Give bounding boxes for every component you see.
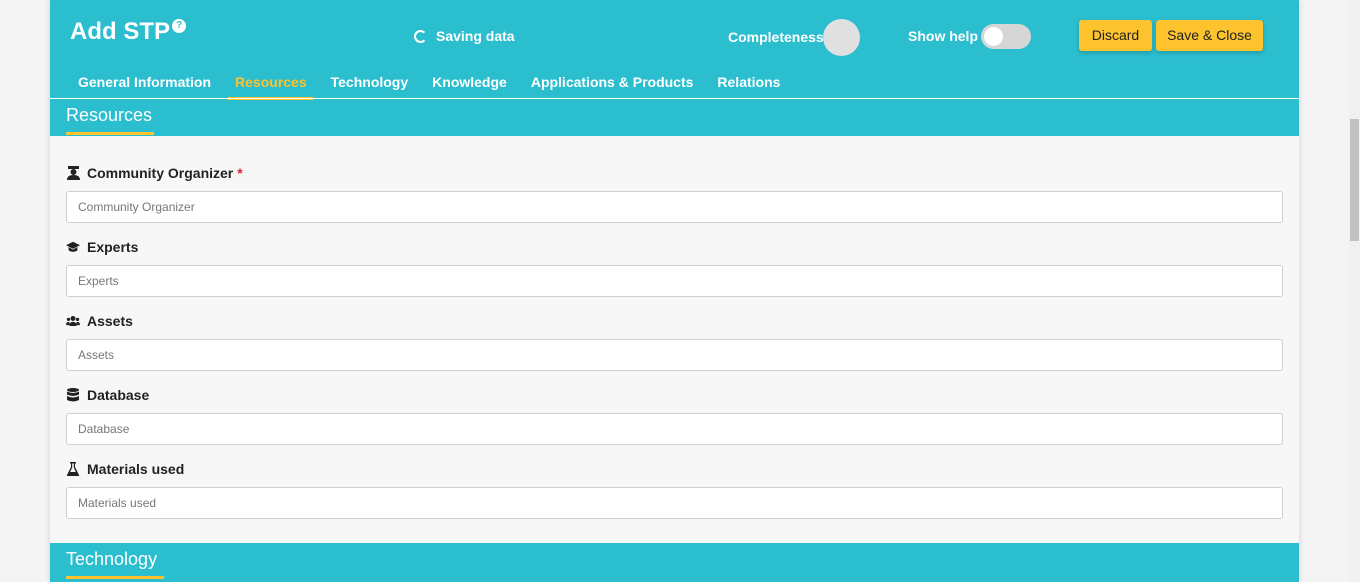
section-title-technology: Technology — [66, 549, 158, 569]
field-label-text: Database — [87, 387, 150, 403]
tab-applications-products[interactable]: Applications & Products — [531, 74, 694, 98]
community-organizer-input[interactable] — [66, 191, 1283, 223]
tab-bar: General Information Resources Technology… — [78, 74, 804, 100]
save-close-button[interactable]: Save & Close — [1156, 20, 1263, 51]
tab-relations[interactable]: Relations — [717, 74, 780, 98]
tab-resources[interactable]: Resources — [228, 74, 314, 100]
field-label: Experts — [66, 238, 1283, 256]
field-label-text: Community Organizer — [87, 165, 234, 181]
tab-technology[interactable]: Technology — [331, 74, 409, 98]
experts-input[interactable] — [66, 265, 1283, 297]
spinner-icon — [414, 29, 427, 43]
field-database: Database — [66, 386, 1283, 460]
field-label-text: Materials used — [87, 461, 185, 477]
show-help-toggle[interactable] — [981, 24, 1031, 49]
scrollbar-thumb[interactable] — [1350, 119, 1359, 241]
user-graduate-icon — [66, 166, 80, 180]
section-title-resources: Resources — [66, 105, 153, 125]
completeness-indicator — [823, 19, 860, 56]
field-label-text: Experts — [87, 239, 139, 255]
field-label: Assets — [66, 312, 1283, 330]
section-underline — [66, 576, 164, 579]
show-help-label: Show help — [908, 28, 978, 44]
field-experts: Experts — [66, 238, 1283, 312]
database-icon — [66, 388, 80, 402]
resources-form: Community Organizer * Experts Assets — [66, 164, 1283, 534]
toggle-knob — [984, 27, 1003, 46]
question-circle-icon[interactable]: ? — [172, 19, 186, 33]
section-underline — [66, 132, 154, 135]
page-title: Add STP — [70, 18, 170, 45]
tab-general-information[interactable]: General Information — [78, 74, 211, 98]
field-community-organizer: Community Organizer * — [66, 164, 1283, 238]
discard-button[interactable]: Discard — [1079, 20, 1152, 51]
field-assets: Assets — [66, 312, 1283, 386]
materials-used-input[interactable] — [66, 487, 1283, 519]
technology-section-header: Technology — [50, 543, 1299, 582]
field-label-text: Assets — [87, 313, 133, 329]
required-marker: * — [237, 165, 243, 181]
assets-input[interactable] — [66, 339, 1283, 371]
saving-status: Saving data — [414, 28, 515, 44]
database-input[interactable] — [66, 413, 1283, 445]
form-header: Add STP ? Saving data Completeness Show … — [50, 0, 1299, 136]
field-label: Database — [66, 386, 1283, 404]
users-icon — [66, 314, 80, 328]
field-label: Materials used — [66, 460, 1283, 478]
header-divider — [50, 98, 1299, 99]
page-scrollbar[interactable] — [1349, 0, 1360, 582]
field-label: Community Organizer * — [66, 164, 1283, 182]
stp-form-card: Add STP ? Saving data Completeness Show … — [50, 0, 1299, 582]
tab-knowledge[interactable]: Knowledge — [432, 74, 507, 98]
graduation-cap-icon — [66, 240, 80, 254]
completeness-label: Completeness — [728, 29, 824, 45]
saving-text: Saving data — [436, 28, 515, 44]
flask-icon — [66, 462, 80, 476]
field-materials-used: Materials used — [66, 460, 1283, 534]
